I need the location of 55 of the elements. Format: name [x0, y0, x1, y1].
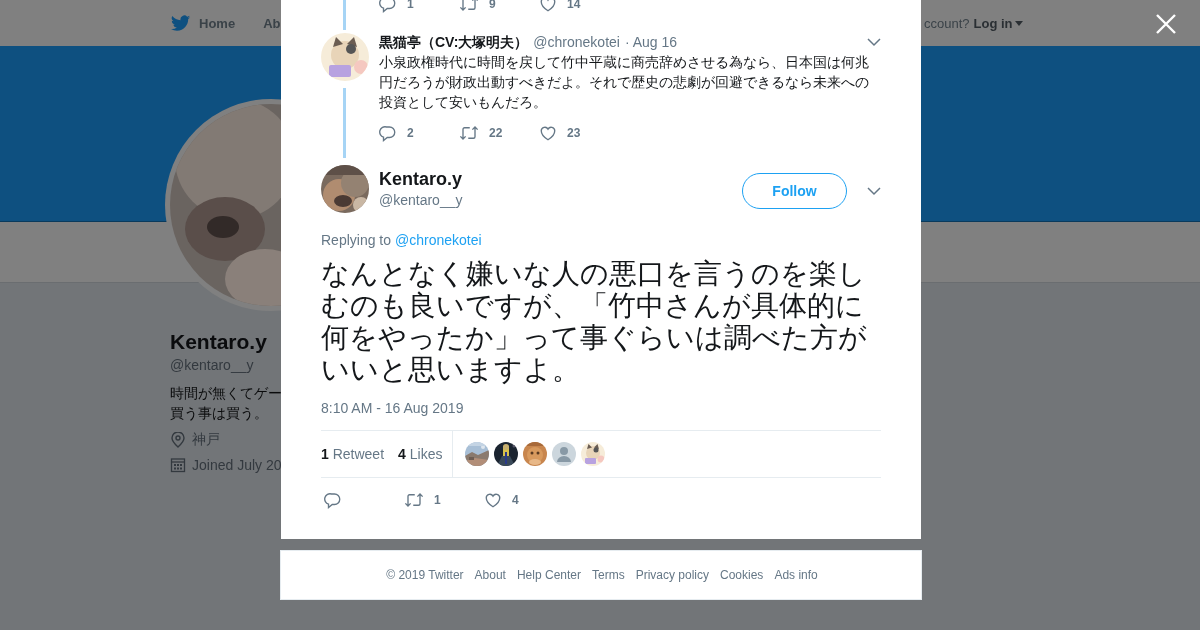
- chevron-icon[interactable]: [867, 186, 881, 196]
- copyright-text: © 2019 Twitter: [386, 568, 464, 582]
- profile-bio: 買う事は買う。: [170, 404, 269, 423]
- like-count: 4: [512, 493, 520, 507]
- footer-link[interactable]: About: [474, 568, 506, 582]
- location-icon: [170, 432, 186, 448]
- footer-link[interactable]: Terms: [592, 568, 625, 582]
- like-count: 14: [567, 0, 582, 11]
- retweet-count: 22: [489, 126, 504, 140]
- like-count: 23: [567, 126, 582, 140]
- footer-link[interactable]: Help Center: [516, 568, 581, 582]
- like-stat[interactable]: 4 Likes: [398, 446, 443, 462]
- tweet-text: 小泉政権時代に時間を戻して竹中平蔵に商売辞めさせる為なら、日本国は何兆円だろうが財政出動すべきだよ。それで歴史の悲劇が回避できるなら未来への投資として安いもんだろ。: [379, 53, 870, 112]
- chevron-icon[interactable]: [867, 37, 881, 47]
- retweet-icon[interactable]: [404, 491, 424, 509]
- bird-icon: [171, 14, 191, 32]
- nav-link[interactable]: Ab: [263, 15, 281, 31]
- retweet-count: 9: [489, 0, 497, 11]
- footer-link[interactable]: Ads info: [774, 568, 818, 582]
- retweet-icon[interactable]: [459, 0, 479, 13]
- tweet-timestamp: 8:10 AM - 16 Aug 2019: [321, 399, 465, 418]
- footer-link[interactable]: Cookies: [720, 568, 764, 582]
- heart-icon[interactable]: [539, 124, 557, 142]
- retweet-count: 1: [434, 493, 442, 507]
- close-icon[interactable]: [1154, 12, 1178, 36]
- reply-icon[interactable]: [379, 0, 397, 13]
- login-link[interactable]: Log in: [973, 15, 1023, 31]
- profile-handle: @kentaro__y: [170, 357, 254, 373]
- tweet-date[interactable]: · Aug 16: [624, 32, 678, 52]
- profile-location: 神戸: [192, 431, 220, 449]
- reply-count: 1: [407, 0, 415, 11]
- author-name[interactable]: Kentaro.y: [379, 168, 463, 190]
- reply-icon[interactable]: [324, 491, 342, 509]
- author-handle[interactable]: @chronekotei: [533, 32, 620, 52]
- author-handle[interactable]: @kentaro__y: [379, 190, 463, 210]
- login-prompt: ccount?: [924, 15, 970, 31]
- default-avatar-icon[interactable]: [552, 442, 577, 466]
- follow-button[interactable]: Follow: [742, 173, 847, 209]
- heart-icon[interactable]: [484, 491, 502, 509]
- retweet-icon[interactable]: [459, 124, 479, 142]
- replying-to-label: Replying to: [321, 231, 392, 250]
- profile-joined-date: Joined July 20: [192, 457, 282, 473]
- profile-bio: 時間が無くてゲー: [170, 384, 282, 403]
- retweet-stat[interactable]: 1 Retweet: [321, 446, 385, 462]
- footer-link[interactable]: Privacy policy: [635, 568, 709, 582]
- calendar-icon: [170, 457, 186, 473]
- home-link[interactable]: Home: [171, 14, 236, 32]
- caret-icon: [1014, 20, 1023, 26]
- author-name[interactable]: 黒猫亭（CV:大塚明夫）: [379, 32, 529, 52]
- tweet-text: なんとなく嫌いな人の悪口を言うのを楽しむのも良いですが、「竹中さんが具体的に何をやったか」って事ぐらいは調べた方がいいと思いますよ。: [321, 258, 868, 386]
- reply-icon[interactable]: [379, 124, 397, 142]
- reply-count: 2: [407, 126, 415, 140]
- profile-name: Kentaro.y: [170, 329, 267, 355]
- heart-icon[interactable]: [539, 0, 557, 13]
- mention-link[interactable]: @chronekotei: [395, 230, 482, 250]
